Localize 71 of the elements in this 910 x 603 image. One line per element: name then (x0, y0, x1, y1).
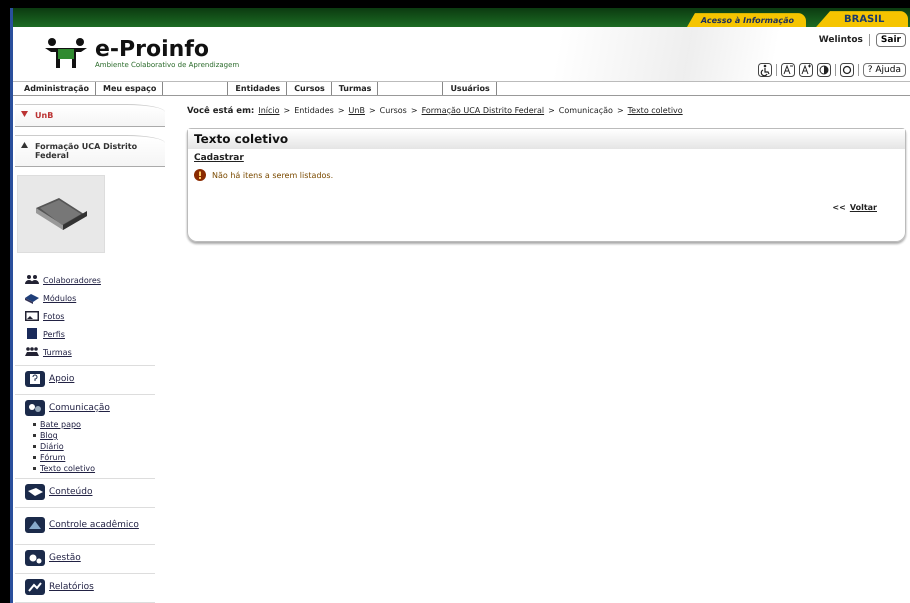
section-label: UnB (35, 111, 54, 120)
nav-tab[interactable]: Administração (17, 82, 96, 95)
sidebar-link[interactable]: Perfis (43, 330, 65, 338)
nav-tab[interactable]: Cursos (287, 82, 332, 95)
nav-tab[interactable]: Usuários (443, 82, 497, 95)
sidebar-link[interactable]: Turmas (43, 348, 72, 356)
empty-message: Não há itens a serem listados. (212, 170, 334, 180)
section-label: Formação UCA Distrito Federal (35, 142, 138, 160)
square-icon (25, 328, 39, 340)
sidebar-link[interactable]: Comunicação (49, 403, 110, 413)
back-arrows: << (832, 203, 846, 212)
breadcrumb-item: Cursos (380, 106, 407, 115)
report-icon (25, 579, 45, 595)
breadcrumb-label: Você está em: (187, 106, 254, 116)
collapse-triangle-icon (21, 111, 28, 117)
breadcrumb-link[interactable]: Formação UCA Distrito Federal (422, 106, 544, 115)
panel-title: Texto coletivo (188, 129, 905, 149)
nav-tab[interactable]: Entidades (228, 82, 288, 95)
sidebar-sublink[interactable]: Fórum (40, 453, 66, 462)
sidebar-link[interactable]: Módulos (43, 294, 76, 302)
breadcrumb-separator: > (338, 106, 345, 115)
wheelchair-icon[interactable] (758, 62, 772, 77)
bullet-icon (33, 456, 36, 459)
increase-font-icon[interactable] (798, 62, 813, 77)
breadcrumb-separator: > (368, 106, 376, 115)
sidebar-link[interactable]: Colaboradores (43, 276, 101, 284)
bullet-icon (33, 434, 36, 437)
expand-triangle-icon (21, 142, 28, 148)
chat-icon (25, 400, 45, 416)
breadcrumb-separator: > (616, 106, 624, 115)
access-info-link[interactable]: Acesso à Informação (686, 13, 806, 28)
nav-tab[interactable]: Turmas (332, 82, 378, 95)
sidebar-link[interactable]: Relatórios (49, 582, 94, 592)
people-icon (25, 274, 39, 286)
sidebar-link[interactable]: Controle acadêmico (49, 520, 155, 530)
help-button[interactable]: ? Ajuda (862, 62, 906, 77)
breadcrumb-link[interactable]: Texto coletivo (628, 106, 683, 115)
sidebar-link[interactable]: Conteúdo (49, 487, 92, 497)
back-link[interactable]: Voltar (850, 203, 877, 212)
register-link[interactable]: Cadastrar (194, 153, 244, 163)
breadcrumb-separator: > (284, 106, 290, 115)
breadcrumb-separator: > (410, 106, 418, 115)
bullet-icon (33, 423, 36, 426)
bullet-icon (33, 467, 36, 470)
nav-tab[interactable]: Meu espaço (96, 82, 164, 95)
reset-icon[interactable] (840, 62, 854, 77)
logo-title: e-Proinfo (95, 39, 210, 62)
logout-button[interactable]: Sair (876, 33, 906, 48)
user-name: Welintos (818, 35, 863, 46)
breadcrumb-separator: > (548, 106, 555, 115)
bullet-icon (33, 445, 36, 448)
sidebar-sublink[interactable]: Texto coletivo (40, 464, 96, 473)
sidebar-section[interactable]: UnB (15, 104, 165, 127)
sidebar-sublink[interactable]: Blog (40, 431, 58, 440)
breadcrumb-link[interactable]: UnB (348, 106, 365, 115)
photo-icon (25, 310, 39, 322)
decrease-font-icon[interactable] (780, 62, 795, 77)
sidebar-link[interactable]: Fotos (43, 312, 64, 320)
sidebar-section[interactable]: Formação UCA Distrito Federal (15, 135, 165, 167)
sidebar-link[interactable]: Gestão (49, 553, 81, 563)
contrast-icon[interactable] (816, 62, 831, 77)
group-icon (25, 346, 39, 358)
warning-icon (194, 169, 206, 181)
breadcrumb-item: Entidades (294, 106, 334, 115)
sidebar-sublink[interactable]: Bate papo (40, 420, 81, 429)
breadcrumb-item: Comunicação (558, 106, 613, 115)
sidebar-link[interactable]: Apoio (49, 374, 74, 384)
brand-tab[interactable]: BRASIL (816, 11, 908, 28)
breadcrumb-link[interactable]: Início (258, 106, 280, 115)
help-icon (25, 371, 45, 387)
sidebar-sublink[interactable]: Diário (40, 442, 64, 451)
